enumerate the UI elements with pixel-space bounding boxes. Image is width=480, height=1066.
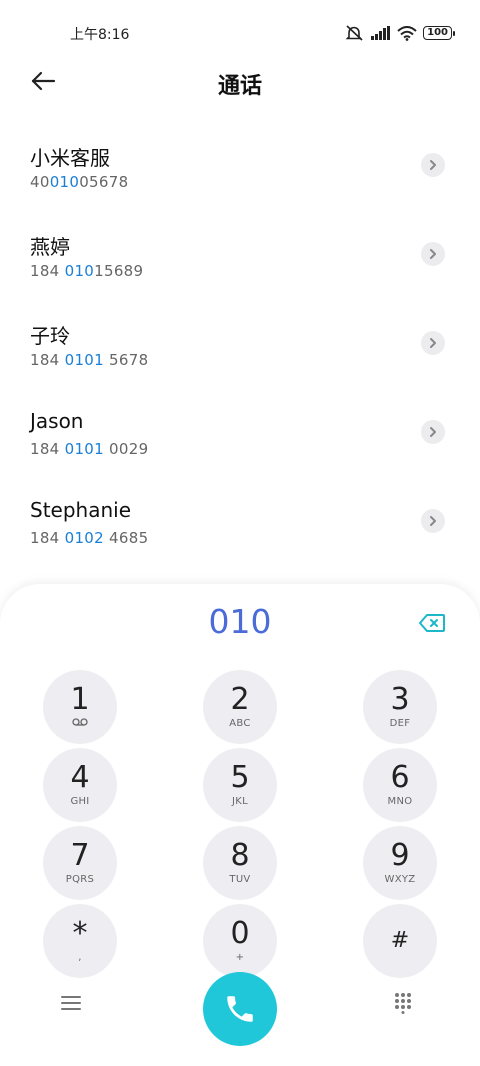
key-4[interactable]: 4 GHI (43, 748, 117, 822)
contact-number: 4001005678 (30, 173, 129, 191)
contact-number: 184 0101 0029 (30, 440, 149, 458)
battery-indicator: 100 (423, 26, 455, 40)
key-digit: * (72, 916, 88, 951)
key-6[interactable]: 6 MNO (363, 748, 437, 822)
key-3[interactable]: 3 DEF (363, 670, 437, 744)
page-title: 通话 (217, 74, 262, 99)
dialpad-icon (395, 993, 411, 1014)
key-hash[interactable]: # (363, 904, 437, 978)
key-digit: # (390, 928, 410, 953)
contact-number: 184 01015689 (30, 262, 144, 280)
contact-number: 184 0102 4685 (30, 529, 149, 547)
key-letters: TUV (229, 874, 251, 885)
contact-detail-button[interactable] (421, 420, 445, 444)
key-digit: 3 (390, 682, 410, 717)
signal-icon (371, 26, 391, 40)
menu-button[interactable] (56, 988, 86, 1018)
key-digit: 9 (390, 838, 410, 873)
keypad-toggle-button[interactable] (388, 988, 418, 1018)
mute-notification-icon (345, 24, 365, 42)
dialed-number[interactable]: 010 (0, 602, 480, 641)
key-letters: GHI (70, 796, 90, 807)
header: 通话 (0, 56, 480, 106)
key-digit: 6 (390, 760, 410, 795)
key-digit: 0 (230, 916, 250, 951)
key-letters: JKL (232, 796, 248, 807)
key-letters: ABC (229, 718, 251, 729)
backspace-button[interactable] (418, 612, 446, 634)
phone-icon (227, 996, 253, 1022)
contact-detail-button[interactable] (421, 153, 445, 177)
call-button[interactable] (203, 972, 277, 1046)
menu-icon (61, 996, 81, 1010)
key-letters: + (235, 952, 245, 963)
key-1[interactable]: 1 (43, 670, 117, 744)
key-digit: 2 (230, 682, 250, 717)
contact-name: Jason (30, 409, 84, 433)
key-digit: 4 (70, 760, 90, 795)
contact-row[interactable]: Stephanie 184 0102 4685 (0, 478, 480, 567)
key-letters: , (78, 952, 82, 963)
voicemail-icon (72, 718, 88, 730)
key-0[interactable]: 0 + (203, 904, 277, 978)
contact-number: 184 0101 5678 (30, 351, 149, 369)
key-letters: DEF (389, 718, 411, 729)
wifi-icon (397, 25, 417, 41)
key-letters: MNO (387, 796, 413, 807)
chevron-right-icon (430, 516, 436, 526)
key-letters: PQRS (65, 874, 95, 885)
key-7[interactable]: 7 PQRS (43, 826, 117, 900)
contact-row[interactable]: 子玲 184 0101 5678 (0, 300, 480, 389)
chevron-right-icon (430, 249, 436, 259)
contact-row[interactable]: 燕婷 184 01015689 (0, 211, 480, 300)
backspace-icon (419, 614, 445, 632)
key-5[interactable]: 5 JKL (203, 748, 277, 822)
contact-row[interactable]: 小米客服 4001005678 (0, 122, 480, 211)
chevron-right-icon (430, 427, 436, 437)
contact-name: 子玲 (30, 324, 70, 348)
key-letters: WXYZ (384, 874, 416, 885)
key-digit: 5 (230, 760, 250, 795)
key-digit: 7 (70, 838, 90, 873)
dialpad-sheet: 010 1 2 ABC 3 DEF 4 GHI 5 JKL 6 MNO 7 PQ… (0, 584, 480, 1066)
key-9[interactable]: 9 WXYZ (363, 826, 437, 900)
contact-name: Stephanie (30, 498, 132, 522)
contact-detail-button[interactable] (421, 331, 445, 355)
contact-name: 燕婷 (30, 235, 70, 259)
chevron-right-icon (430, 160, 436, 170)
key-2[interactable]: 2 ABC (203, 670, 277, 744)
key-digit: 1 (70, 682, 90, 717)
contact-list: 小米客服 4001005678 燕婷 184 01015689 子玲 184 0… (0, 122, 480, 567)
chevron-right-icon (430, 338, 436, 348)
status-icons: 100 (345, 24, 455, 42)
contact-detail-button[interactable] (421, 509, 445, 533)
status-time: 上午8:16 (70, 27, 130, 43)
key-digit: 8 (230, 838, 250, 873)
contact-row[interactable]: Jason 184 0101 0029 (0, 389, 480, 478)
key-8[interactable]: 8 TUV (203, 826, 277, 900)
key-star[interactable]: * , (43, 904, 117, 978)
bottom-bar (0, 972, 480, 1052)
contact-name: 小米客服 (30, 146, 110, 170)
contact-detail-button[interactable] (421, 242, 445, 266)
